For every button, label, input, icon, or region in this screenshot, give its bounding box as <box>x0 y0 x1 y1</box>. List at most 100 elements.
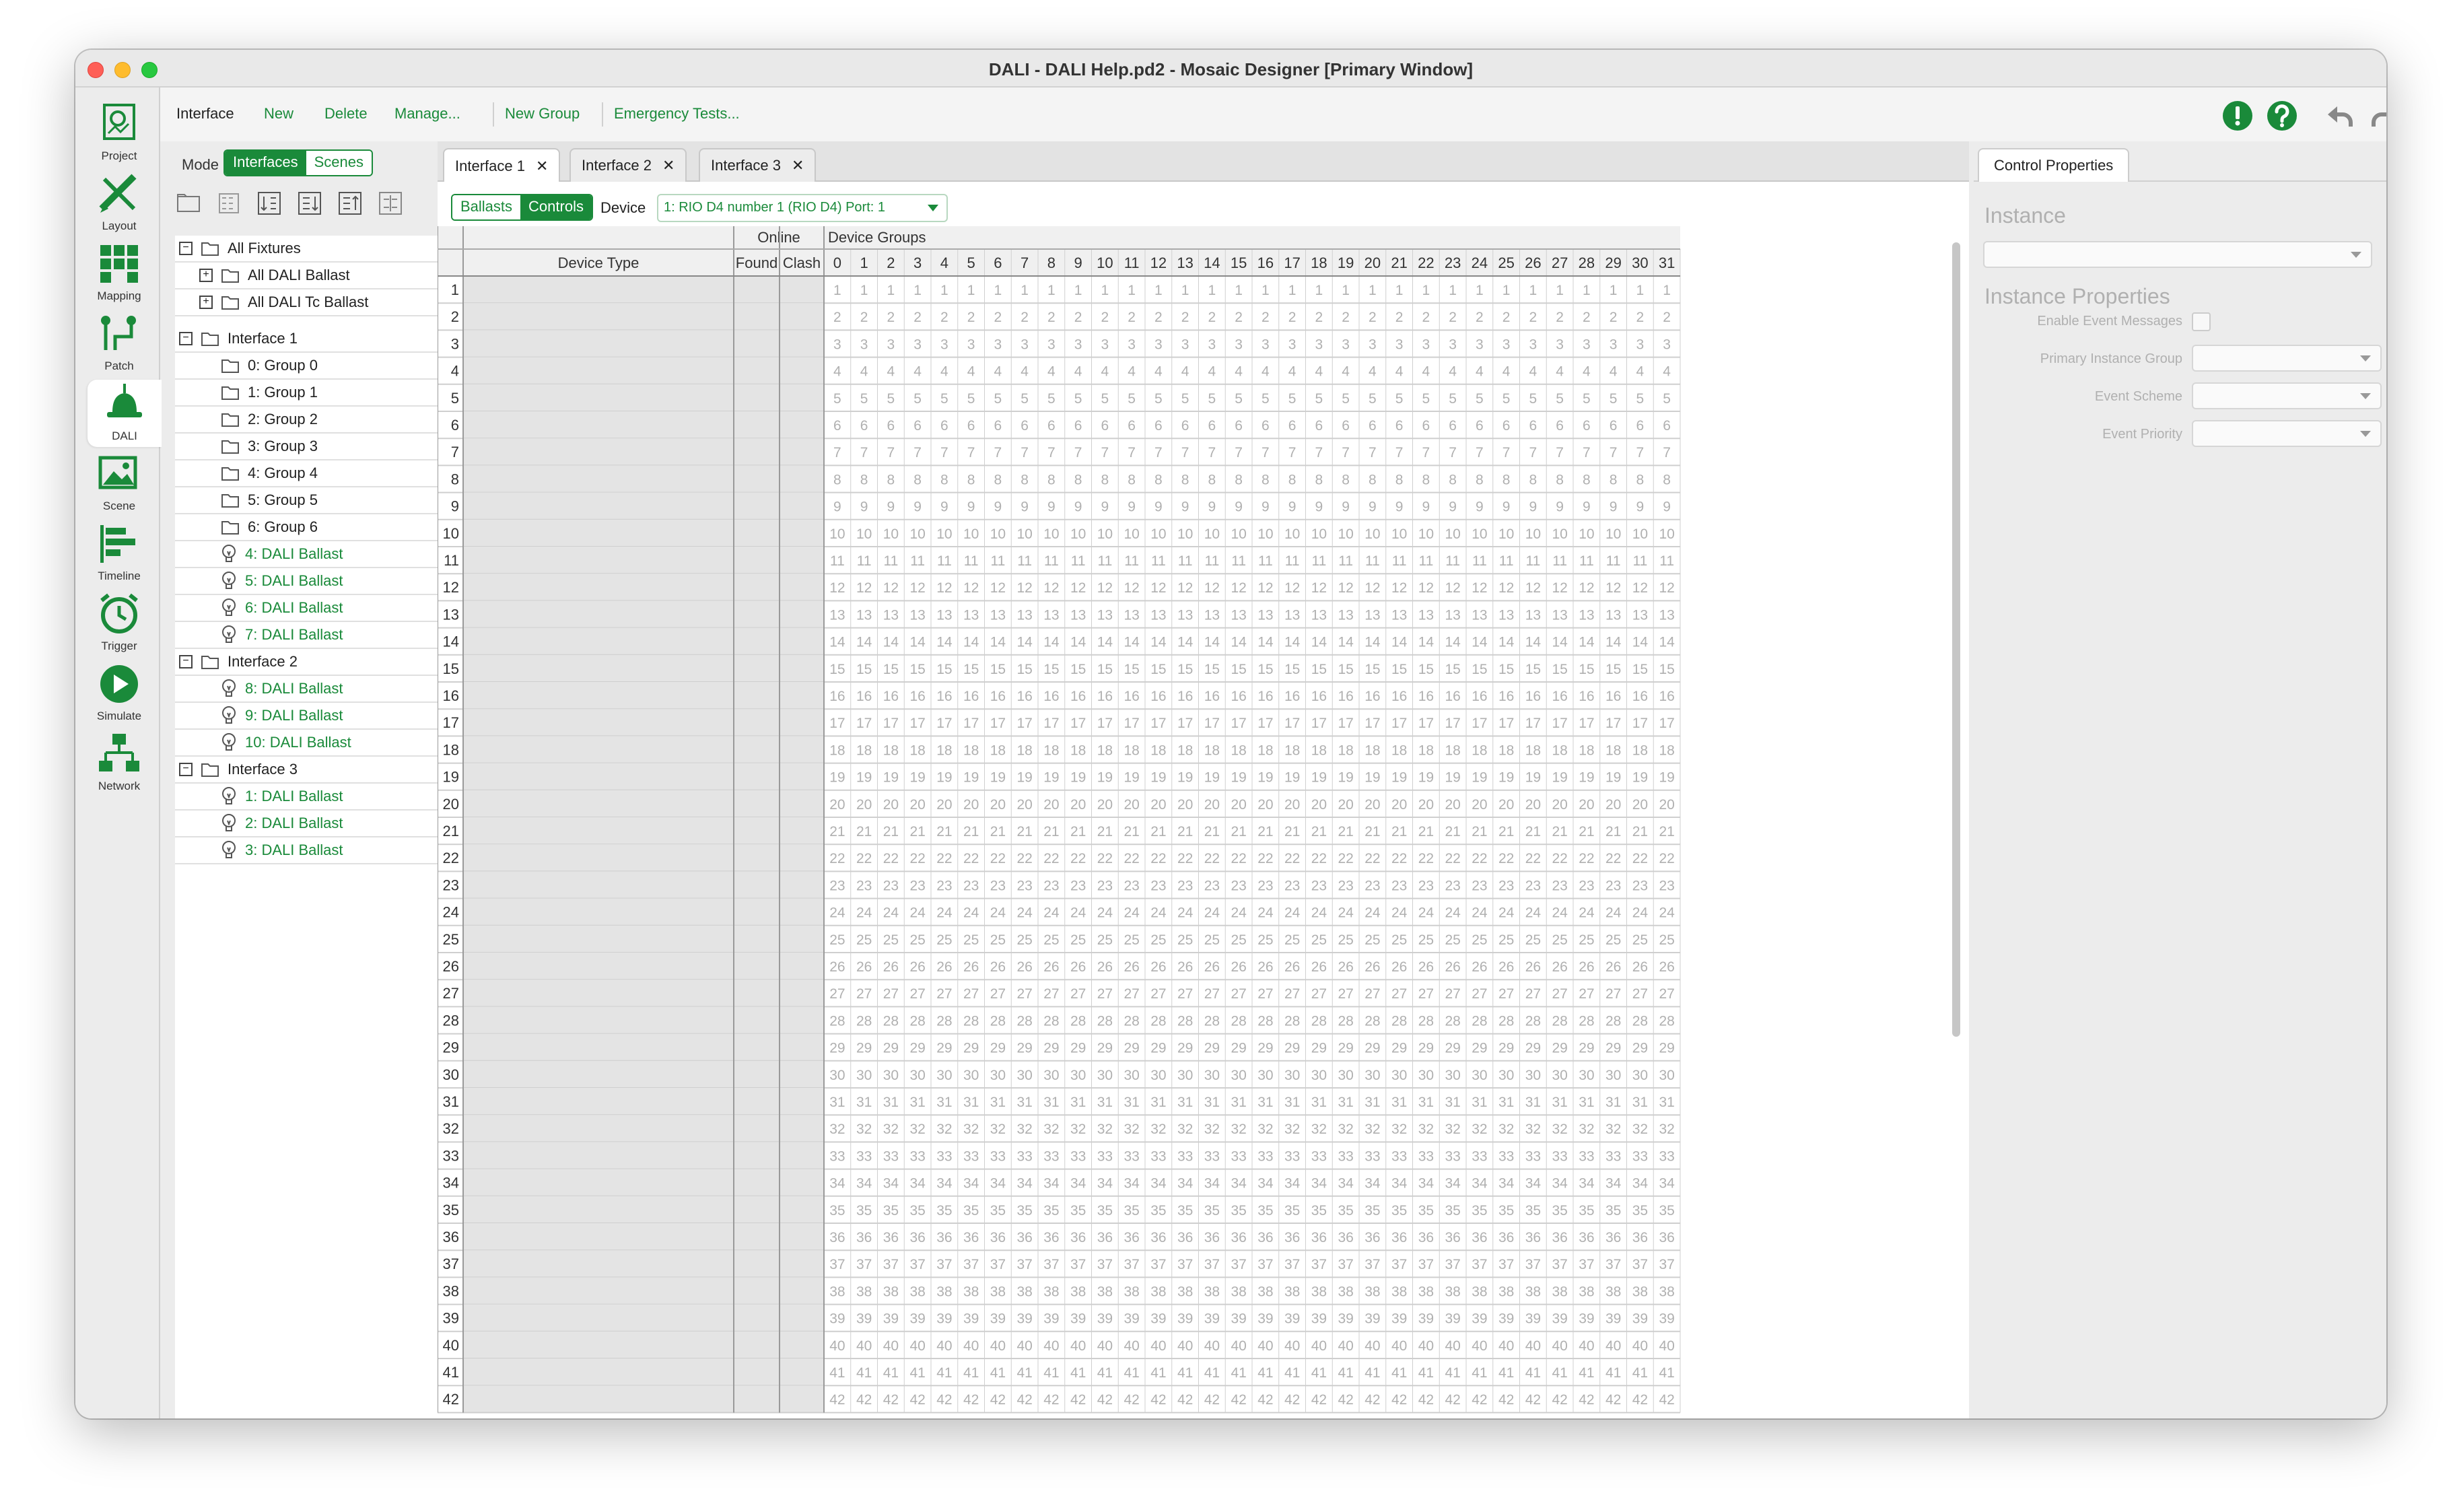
tree-item-folder[interactable]: 4: Group 4 <box>175 460 444 487</box>
tree-item-folder[interactable]: + All DALI Tc Ballast <box>175 289 444 316</box>
tree-item-folder[interactable]: − Interface 2 <box>175 649 444 676</box>
grid-scrollbar[interactable] <box>1952 242 1960 1037</box>
expand-icon[interactable]: + <box>199 296 213 309</box>
group-cell: 16 <box>909 689 925 704</box>
tree-item-ballast[interactable]: 7: DALI Ballast <box>175 622 444 649</box>
tree-item-ballast[interactable]: 1: DALI Ballast <box>175 784 444 811</box>
mode-patch[interactable]: Patch <box>89 310 149 377</box>
group-cell: 21 <box>829 824 845 839</box>
row-number: 9 <box>451 498 459 515</box>
tree-item-folder[interactable]: 6: Group 6 <box>175 514 444 541</box>
group-cell: 3 <box>1208 337 1216 352</box>
group-cell: 21 <box>1659 824 1674 839</box>
event-scheme-select[interactable] <box>2192 382 2382 409</box>
new-group-button[interactable]: New Group <box>505 105 580 123</box>
tree-item-ballast[interactable]: 3: DALI Ballast <box>175 837 444 864</box>
enable-event-messages-checkbox[interactable] <box>2192 312 2211 331</box>
tree-item-ballast[interactable]: 4: DALI Ballast <box>175 541 444 568</box>
undo-icon[interactable] <box>2324 100 2356 132</box>
tree-item-folder[interactable]: − Interface 3 <box>175 757 444 784</box>
grid-tool-icon[interactable] <box>214 188 244 218</box>
group-cell: 21 <box>1552 824 1567 839</box>
emergency-tests-button[interactable]: Emergency Tests... <box>614 105 740 123</box>
tree-item-label: 4: Group 4 <box>248 465 318 481</box>
mode-simulate[interactable]: Simulate <box>89 660 149 727</box>
tree-item-folder[interactable]: 1: Group 1 <box>175 380 444 407</box>
mode-option-scenes[interactable]: Scenes <box>306 151 372 175</box>
mode-timeline[interactable]: Timeline <box>89 520 149 587</box>
warning-icon[interactable] <box>2221 100 2254 132</box>
instance-select[interactable] <box>1983 241 2372 268</box>
collapse-icon[interactable]: − <box>179 763 193 776</box>
collapse-icon[interactable]: − <box>179 655 193 668</box>
group-cell: 30 <box>829 1068 845 1083</box>
tree-item-ballast[interactable]: 6: DALI Ballast <box>175 595 444 622</box>
redo-icon[interactable] <box>2368 100 2386 132</box>
group-cell: 41 <box>1231 1365 1246 1381</box>
sort-down-icon[interactable] <box>295 188 324 218</box>
tree-item-folder[interactable]: 2: Group 2 <box>175 407 444 434</box>
group-cell: 32 <box>963 1122 979 1137</box>
tab-interface-2[interactable]: Interface 2 ✕ <box>569 148 687 182</box>
tree-item-ballast[interactable]: 8: DALI Ballast <box>175 676 444 703</box>
close-tab-icon[interactable]: ✕ <box>792 157 804 174</box>
group-cell: 26 <box>1043 959 1059 975</box>
tree-item-ballast[interactable]: 9: DALI Ballast <box>175 703 444 730</box>
event-priority-select[interactable] <box>2192 420 2382 447</box>
view-option-controls[interactable]: Controls <box>520 195 592 219</box>
collapse-icon[interactable]: − <box>179 242 193 255</box>
group-cell: 37 <box>1472 1257 1487 1272</box>
delete-button[interactable]: Delete <box>324 105 368 123</box>
group-cell: 1 <box>1449 283 1457 298</box>
group-cell: 14 <box>1177 635 1194 650</box>
mode-trigger[interactable]: Trigger <box>89 590 149 657</box>
group-cell: 27 <box>1605 986 1621 1002</box>
folder-tool-icon[interactable] <box>174 188 203 218</box>
group-cell: 22 <box>1097 851 1113 866</box>
manage-button[interactable]: Manage... <box>394 105 460 123</box>
tree-item-folder[interactable]: − All Fixtures <box>175 236 444 263</box>
sort-up-icon[interactable] <box>335 188 365 218</box>
collapse-icon[interactable]: − <box>179 332 193 345</box>
group-cell: 21 <box>1204 824 1220 839</box>
close-tab-icon[interactable]: ✕ <box>536 158 548 175</box>
group-cell: 24 <box>1579 905 1595 921</box>
new-button[interactable]: New <box>264 105 293 123</box>
help-icon[interactable] <box>2266 100 2298 132</box>
tree-item-folder[interactable]: 3: Group 3 <box>175 434 444 460</box>
tab-interface-1[interactable]: Interface 1 ✕ <box>443 148 561 183</box>
device-type-cell <box>463 357 824 384</box>
group-cell: 6 <box>1128 418 1136 434</box>
align-icon[interactable] <box>376 188 405 218</box>
tree-item-folder[interactable]: − Interface 1 <box>175 326 444 353</box>
mode-scene[interactable]: Scene <box>89 450 149 517</box>
tree-item-folder[interactable]: 5: Group 5 <box>175 487 444 514</box>
primary-instance-group-select[interactable] <box>2192 345 2382 372</box>
mode-network[interactable]: Network <box>89 730 149 797</box>
tree-item-folder[interactable]: + All DALI Ballast <box>175 263 444 289</box>
tree-item-ballast[interactable]: 10: DALI Ballast <box>175 730 444 757</box>
group-cell: 27 <box>909 986 925 1002</box>
tab-control-properties[interactable]: Control Properties <box>1978 148 2130 182</box>
group-cell: 5 <box>1422 391 1430 407</box>
group-cell: 23 <box>1016 878 1032 893</box>
tab-interface-3[interactable]: Interface 3 ✕ <box>699 148 817 182</box>
tree-item-ballast[interactable]: 5: DALI Ballast <box>175 568 444 595</box>
device-select[interactable]: 1: RIO D4 number 1 (RIO D4) Port: 1 <box>657 194 948 222</box>
group-cell: 24 <box>1257 905 1274 921</box>
close-tab-icon[interactable]: ✕ <box>662 157 675 174</box>
tree-item-folder[interactable]: 0: Group 0 <box>175 353 444 380</box>
expand-icon[interactable]: + <box>199 269 213 282</box>
mode-layout[interactable]: Layout <box>89 170 149 237</box>
mode-option-interfaces[interactable]: Interfaces <box>225 151 306 175</box>
group-cell: 12 <box>1257 580 1273 596</box>
group-cell: 15 <box>1391 662 1407 677</box>
mode-mapping[interactable]: Mapping <box>89 240 149 307</box>
group-cell: 1 <box>994 283 1002 298</box>
mode-project[interactable]: Project <box>89 100 149 167</box>
tree-item-ballast[interactable]: 2: DALI Ballast <box>175 811 444 837</box>
mode-dali[interactable]: DALI <box>88 380 162 447</box>
sort-icon[interactable] <box>254 188 284 218</box>
group-cell: 24 <box>1605 905 1622 921</box>
view-option-ballasts[interactable]: Ballasts <box>452 195 521 219</box>
